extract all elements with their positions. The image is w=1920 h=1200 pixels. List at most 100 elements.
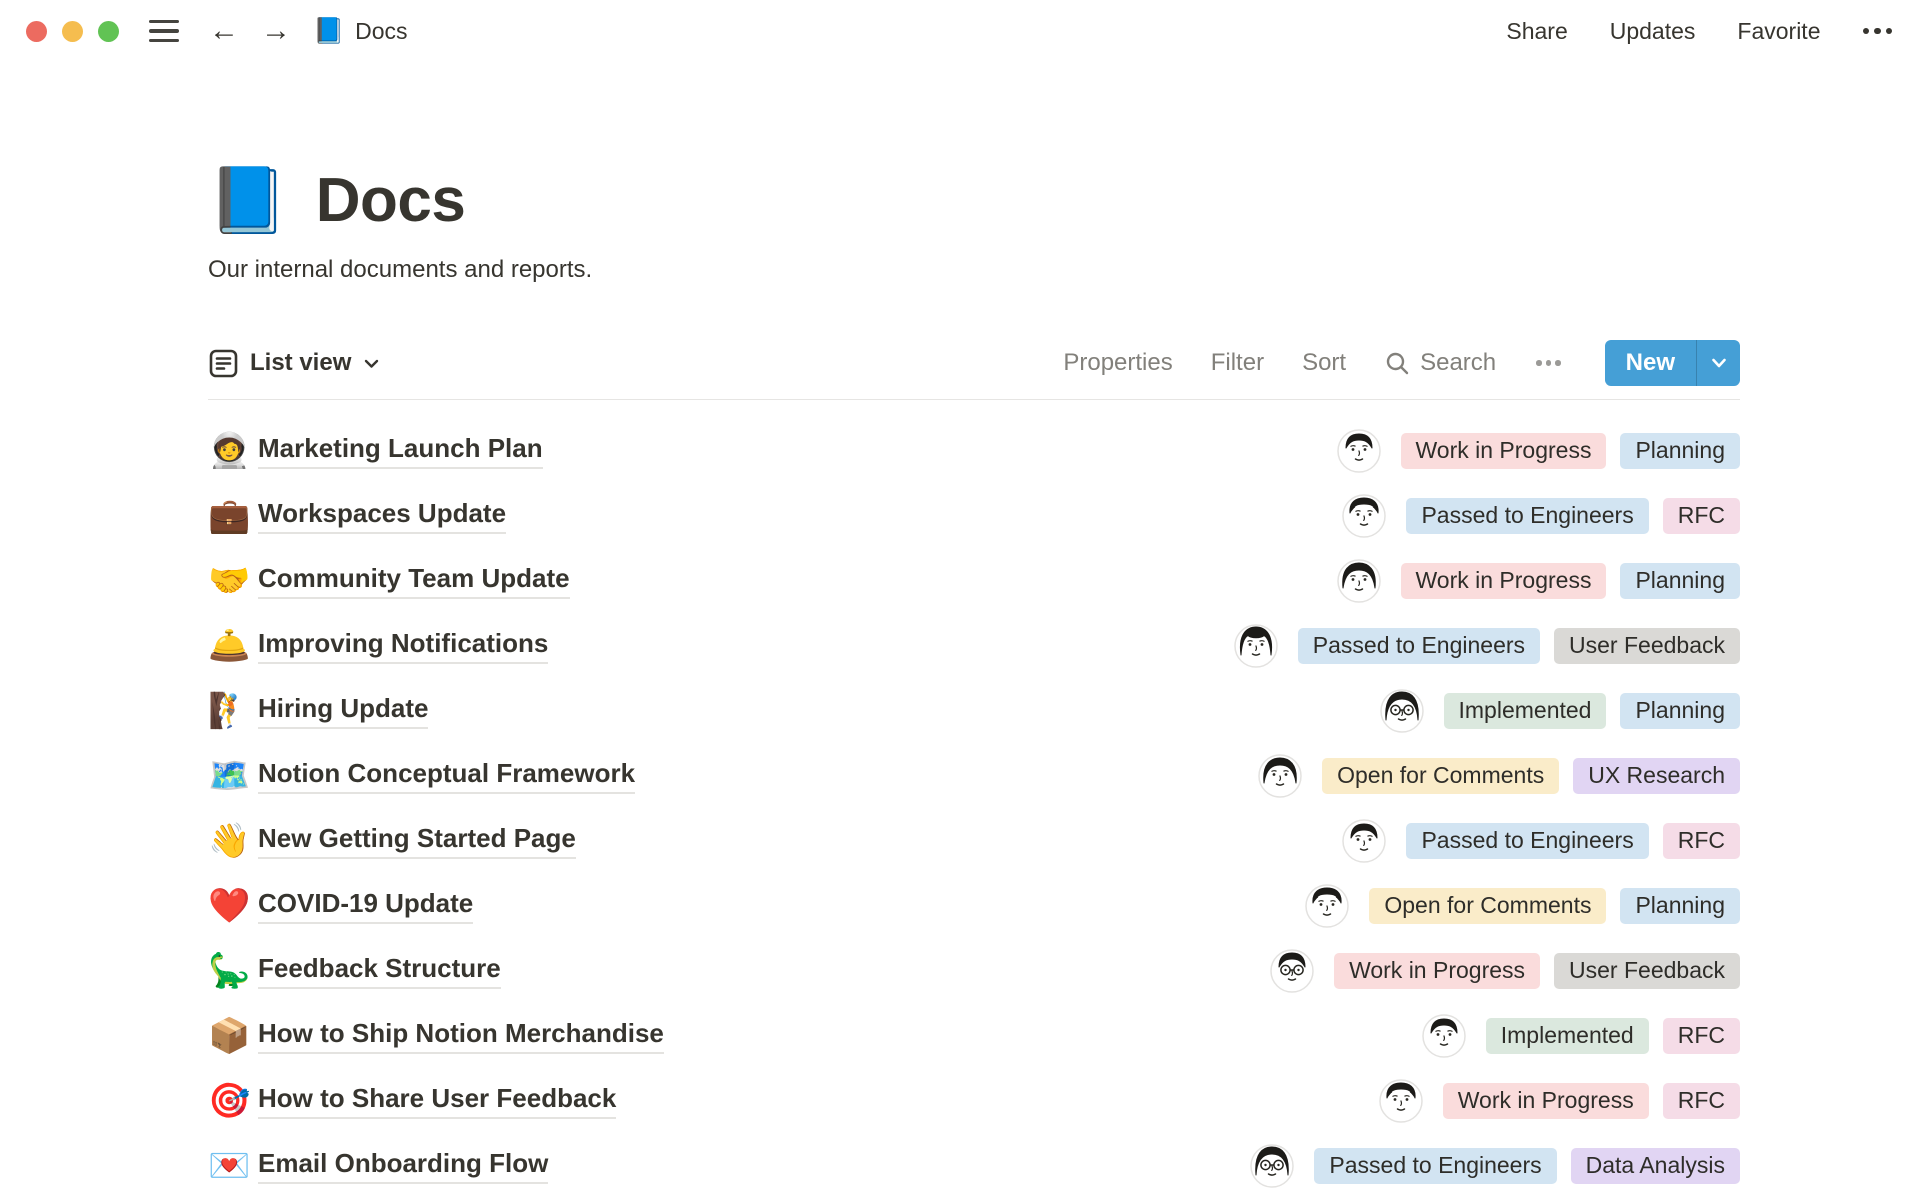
page-title[interactable]: Docs: [316, 165, 466, 236]
person-avatar: [1342, 493, 1387, 538]
page-emoji-icon: 💼: [208, 496, 251, 535]
breadcrumb[interactable]: 📘 Docs: [313, 18, 408, 45]
back-icon[interactable]: ←: [209, 16, 239, 46]
toolbar-more-icon[interactable]: [1534, 360, 1563, 366]
page-link[interactable]: Feedback Structure: [258, 953, 501, 989]
page-link[interactable]: Community Team Update: [258, 563, 570, 599]
page-link[interactable]: Workspaces Update: [258, 498, 507, 534]
list-item[interactable]: 👋 New Getting Started Page Passed to Eng…: [208, 808, 1740, 873]
more-options-icon[interactable]: [1862, 27, 1892, 35]
list-item[interactable]: 💌 Email Onboarding Flow Passed to Engine…: [208, 1133, 1740, 1198]
person-avatar: [1250, 1143, 1295, 1188]
person-avatar: [1379, 688, 1424, 733]
page-emoji-icon: 🤝: [208, 561, 251, 600]
page-emoji-icon: 🗺️: [208, 756, 251, 795]
page-emoji-icon: 🦕: [208, 951, 251, 990]
chevron-down-icon: [1711, 358, 1726, 368]
page-link[interactable]: Email Onboarding Flow: [258, 1148, 549, 1184]
status-badge: Work in Progress: [1334, 952, 1541, 989]
properties-button[interactable]: Properties: [1063, 349, 1172, 377]
category-badge: Planning: [1620, 692, 1740, 729]
category-badge: Planning: [1620, 432, 1740, 469]
status-badge: Passed to Engineers: [1297, 627, 1541, 664]
filter-button[interactable]: Filter: [1211, 349, 1264, 377]
category-badge: RFC: [1662, 822, 1740, 859]
page-link[interactable]: Improving Notifications: [258, 628, 549, 664]
minimize-window-icon[interactable]: [62, 20, 83, 42]
page-emoji-icon: 🧗: [208, 691, 251, 730]
page-link[interactable]: New Getting Started Page: [258, 823, 576, 859]
search-icon: [1386, 352, 1409, 374]
new-button[interactable]: New: [1605, 340, 1696, 386]
category-badge: Planning: [1620, 562, 1740, 599]
person-avatar: [1379, 1078, 1423, 1123]
category-badge: RFC: [1662, 1017, 1740, 1054]
category-badge: Data Analysis: [1570, 1147, 1740, 1184]
chevron-down-icon: [365, 359, 379, 368]
page-emoji-icon: 💌: [208, 1146, 251, 1185]
page-icon[interactable]: 📘: [208, 162, 288, 238]
person-avatar: [1342, 818, 1387, 863]
list-item[interactable]: 📦 How to Ship Notion Merchandise Impleme…: [208, 1003, 1740, 1068]
breadcrumb-title: Docs: [355, 17, 408, 44]
view-switcher[interactable]: List view: [208, 348, 381, 379]
page-link[interactable]: Hiring Update: [258, 693, 429, 729]
list-item[interactable]: 🤝 Community Team Update Work in Progress…: [208, 548, 1740, 613]
sidebar-menu-icon[interactable]: [149, 19, 179, 43]
status-badge: Work in Progress: [1442, 1082, 1649, 1119]
doc-book-icon: 📘: [313, 16, 345, 45]
list-item[interactable]: 🧗 Hiring Update Implemented Planning: [208, 678, 1740, 743]
list-item[interactable]: 🦕 Feedback Structure Work in Progress Us…: [208, 938, 1740, 1003]
close-window-icon[interactable]: [26, 20, 47, 42]
status-badge: Open for Comments: [1369, 887, 1607, 924]
favorite-button[interactable]: Favorite: [1737, 18, 1820, 45]
new-button-group: New: [1604, 340, 1740, 386]
person-avatar: [1336, 428, 1381, 473]
list-item[interactable]: 🧑‍🚀 Marketing Launch Plan Work in Progre…: [208, 418, 1740, 483]
traffic-lights: [26, 20, 119, 42]
search-label: Search: [1420, 349, 1497, 376]
list-item[interactable]: ❤️ COVID-19 Update Open for Comments Pla…: [208, 873, 1740, 938]
status-badge: Work in Progress: [1400, 432, 1607, 469]
status-badge: Open for Comments: [1322, 757, 1560, 794]
list-item[interactable]: 🎯 How to Share User Feedback Work in Pro…: [208, 1068, 1740, 1133]
page-link[interactable]: How to Share User Feedback: [258, 1083, 617, 1119]
zoom-window-icon[interactable]: [98, 20, 119, 42]
page-description[interactable]: Our internal documents and reports.: [208, 256, 1740, 284]
status-badge: Implemented: [1485, 1017, 1649, 1054]
page-emoji-icon: ❤️: [208, 886, 251, 925]
person-avatar: [1305, 883, 1350, 928]
page-link[interactable]: Marketing Launch Plan: [258, 433, 543, 469]
list-item[interactable]: 🗺️ Notion Conceptual Framework Open for …: [208, 743, 1740, 808]
search-button[interactable]: Search: [1384, 349, 1496, 377]
person-avatar: [1234, 623, 1278, 668]
status-badge: Passed to Engineers: [1406, 497, 1649, 534]
list-item[interactable]: 💼 Workspaces Update Passed to Engineers …: [208, 483, 1740, 548]
category-badge: User Feedback: [1554, 952, 1740, 989]
list-item[interactable]: 🛎️ Improving Notifications Passed to Eng…: [208, 613, 1740, 678]
updates-button[interactable]: Updates: [1610, 18, 1696, 45]
view-switcher-label: List view: [250, 349, 352, 376]
category-badge: User Feedback: [1554, 627, 1740, 664]
new-dropdown-button[interactable]: [1697, 340, 1740, 386]
category-badge: UX Research: [1573, 757, 1740, 794]
forward-icon[interactable]: →: [261, 16, 291, 46]
status-badge: Passed to Engineers: [1406, 822, 1649, 859]
page-link[interactable]: How to Ship Notion Merchandise: [258, 1018, 664, 1054]
page-emoji-icon: 🛎️: [208, 626, 251, 665]
page-link[interactable]: Notion Conceptual Framework: [258, 758, 636, 794]
person-avatar: [1270, 948, 1314, 993]
person-avatar: [1336, 558, 1381, 603]
category-badge: RFC: [1662, 1082, 1740, 1119]
page-emoji-icon: 👋: [208, 821, 251, 860]
page-link[interactable]: COVID-19 Update: [258, 888, 474, 924]
person-avatar: [1258, 753, 1302, 798]
page-emoji-icon: 🎯: [208, 1081, 251, 1120]
status-badge: Work in Progress: [1400, 562, 1607, 599]
status-badge: Passed to Engineers: [1314, 1147, 1557, 1184]
list-view-icon: [209, 349, 238, 377]
share-button[interactable]: Share: [1506, 18, 1567, 45]
sort-button[interactable]: Sort: [1302, 349, 1346, 377]
document-list: 🧑‍🚀 Marketing Launch Plan Work in Progre…: [208, 400, 1740, 1198]
person-avatar: [1422, 1013, 1466, 1058]
